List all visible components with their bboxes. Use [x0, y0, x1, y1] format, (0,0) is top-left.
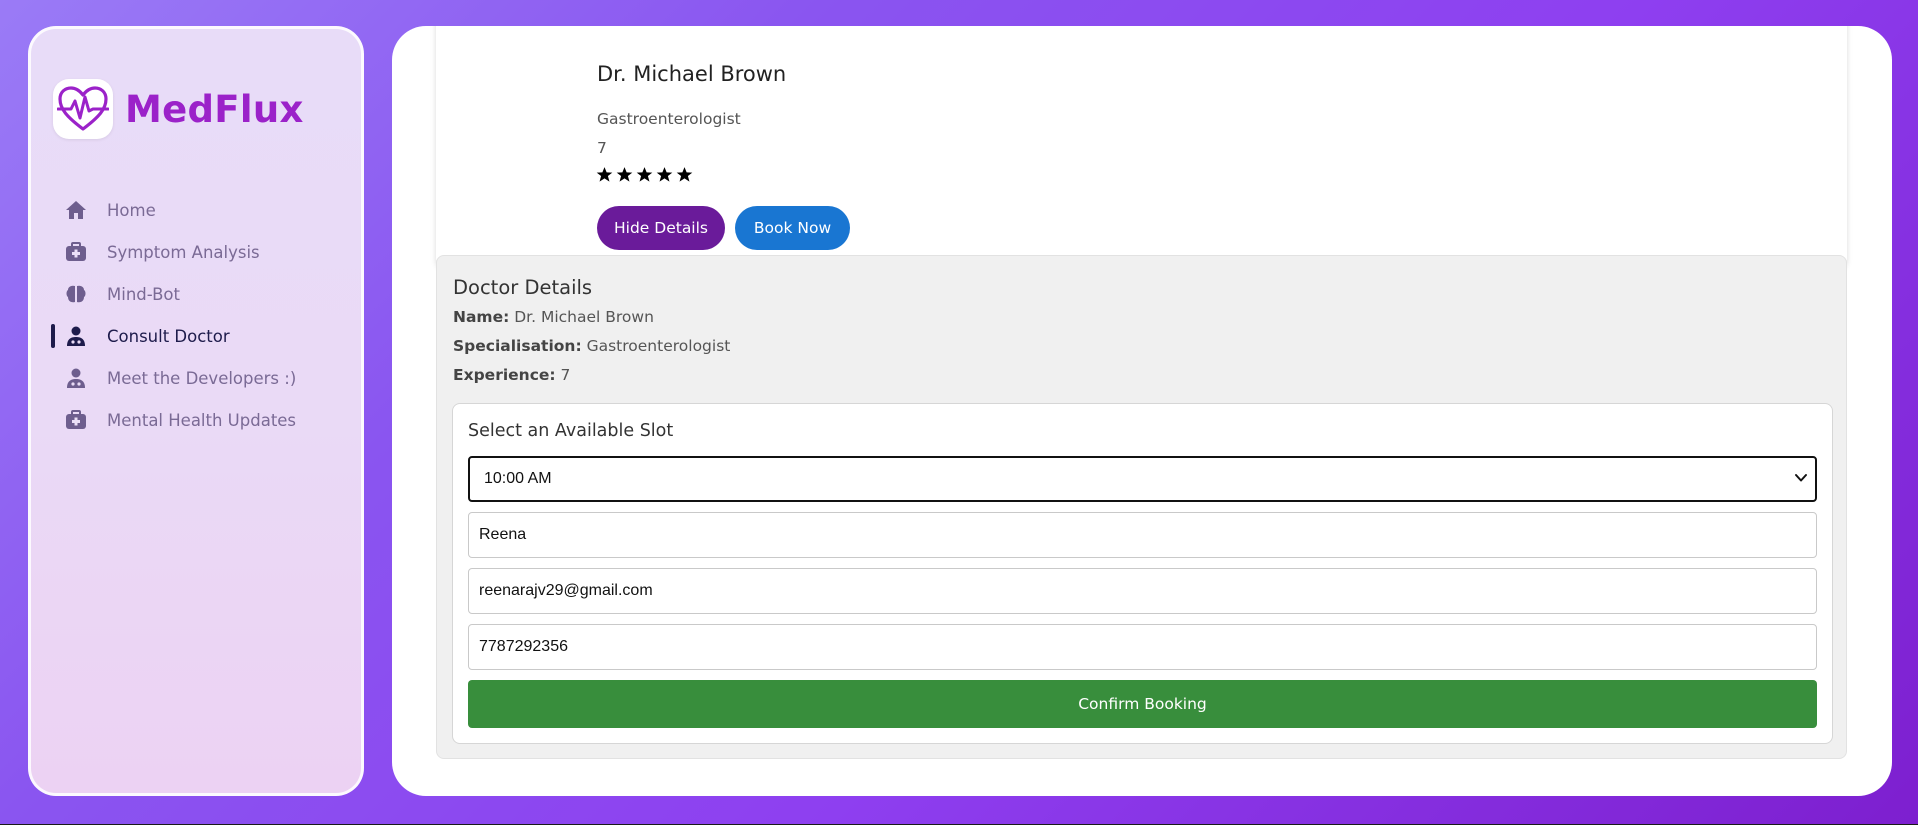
sidebar-item-label: Symptom Analysis — [107, 242, 260, 262]
slot-select-value: 10:00 AM — [484, 470, 552, 487]
name-field[interactable] — [468, 512, 1817, 558]
sidebar-item-label: Consult Doctor — [107, 326, 230, 346]
sidebar-item-home[interactable]: Home — [31, 189, 361, 231]
sidebar-item-consult-doctor[interactable]: Consult Doctor — [31, 315, 361, 357]
sidebar-item-label: Meet the Developers :) — [107, 368, 297, 388]
doctor-icon — [65, 325, 87, 347]
slot-select[interactable]: 10:00 AM — [468, 456, 1817, 502]
chevron-down-icon — [1793, 470, 1809, 491]
detail-spec-row: Specialisation: Gastroenterologist — [453, 337, 730, 355]
detail-name-row: Name: Dr. Michael Brown — [453, 308, 654, 326]
detail-spec-label: Specialisation: — [453, 337, 582, 355]
detail-exp-row: Experience: 7 — [453, 366, 570, 384]
star-icon — [596, 167, 613, 182]
detail-name-label: Name: — [453, 308, 510, 326]
sidebar-item-label: Mental Health Updates — [107, 410, 297, 430]
main-panel: Dr. Michael Brown Gastroenterologist 7 H… — [392, 26, 1892, 796]
medical-kit-icon — [65, 409, 87, 431]
star-icon — [636, 167, 653, 182]
doctor-details-panel: Doctor Details Name: Dr. Michael Brown S… — [436, 255, 1847, 759]
sidebar-nav: Home Symptom Analysis Mind-Bot Consult D… — [31, 189, 361, 441]
sidebar: MedFlux Home Symptom Analysis Mind-Bot C… — [28, 26, 364, 796]
doctor-experience: 7 — [597, 139, 607, 157]
detail-spec-value: Gastroenterologist — [586, 337, 731, 355]
doctor-card: Dr. Michael Brown Gastroenterologist 7 H… — [436, 26, 1847, 268]
doctor-specialization: Gastroenterologist — [597, 110, 741, 128]
sidebar-item-symptom-analysis[interactable]: Symptom Analysis — [31, 231, 361, 273]
sidebar-item-mind-bot[interactable]: Mind-Bot — [31, 273, 361, 315]
app-logo[interactable]: MedFlux — [53, 79, 304, 139]
confirm-booking-button[interactable]: Confirm Booking — [468, 680, 1817, 728]
detail-name-value: Dr. Michael Brown — [514, 308, 654, 326]
doctor-name: Dr. Michael Brown — [597, 62, 787, 86]
book-now-button[interactable]: Book Now — [735, 206, 850, 250]
doctor-icon — [65, 367, 87, 389]
heartbeat-icon — [53, 79, 113, 139]
sidebar-item-meet-developers[interactable]: Meet the Developers :) — [31, 357, 361, 399]
email-field[interactable] — [468, 568, 1817, 614]
sidebar-item-mental-health-updates[interactable]: Mental Health Updates — [31, 399, 361, 441]
rating-stars — [596, 166, 693, 183]
booking-form: Select an Available Slot 10:00 AM Confir… — [452, 403, 1833, 744]
detail-exp-label: Experience: — [453, 366, 556, 384]
slot-title: Select an Available Slot — [468, 421, 674, 441]
home-icon — [65, 199, 87, 221]
app-name: MedFlux — [125, 87, 304, 131]
sidebar-item-label: Mind-Bot — [107, 284, 181, 304]
detail-exp-value: 7 — [560, 366, 571, 384]
star-icon — [616, 167, 633, 182]
phone-field[interactable] — [468, 624, 1817, 670]
star-icon — [676, 167, 693, 182]
brain-icon — [65, 283, 87, 305]
medical-kit-icon — [65, 241, 87, 263]
hide-details-button[interactable]: Hide Details — [597, 206, 725, 250]
star-icon — [656, 167, 673, 182]
sidebar-item-label: Home — [107, 200, 156, 220]
doctor-details-title: Doctor Details — [453, 276, 593, 299]
